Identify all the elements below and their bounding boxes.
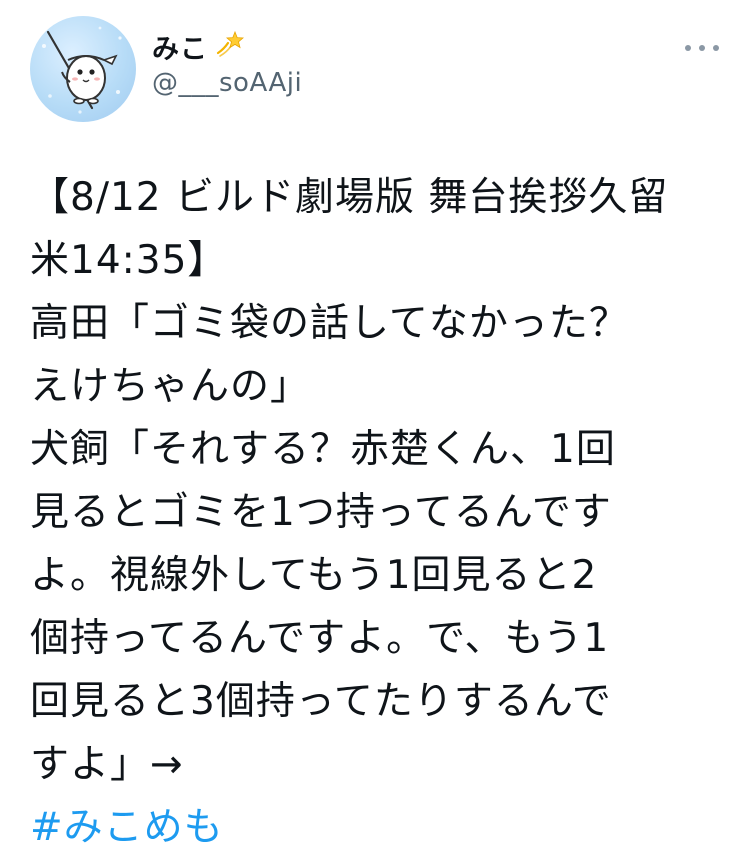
tweet-text-line: すよ」→ <box>30 742 184 787</box>
author-handle[interactable]: @___soAAji <box>152 68 302 98</box>
tweet-text-line: えけちゃんの」 <box>30 364 311 409</box>
hashtag-link[interactable]: #みこめも <box>30 796 730 859</box>
more-options-button[interactable] <box>680 36 724 60</box>
character-avatar-icon <box>42 26 122 114</box>
display-name[interactable]: みこ <box>152 27 208 66</box>
more-dots-icon <box>685 45 719 51</box>
tweet-text-line: 見るとゴミを1つ持ってるんです <box>30 490 612 535</box>
avatar[interactable] <box>30 16 136 122</box>
tweet-text-line: 個持ってるんですよ。で、もう1 <box>30 616 610 661</box>
tweet-card: みこ @___soAAji 【8/12 ビルド劇場版 舞台挨拶久留 米14:35… <box>0 0 750 863</box>
tweet-text-line: 犬飼「それする？赤楚くん、1回 <box>30 427 616 472</box>
tweet-body: 【8/12 ビルド劇場版 舞台挨拶久留 米14:35】 高田「ゴミ袋の話してなか… <box>30 166 730 859</box>
tweet-text-line: 高田「ゴミ袋の話してなかった？ <box>30 301 629 346</box>
tweet-text-line: 米14:35】 <box>30 238 228 283</box>
tweet-text-line: よ。視線外してもう1回見ると2 <box>30 553 598 598</box>
tweet-text-line: 回見ると3個持ってたりするんで <box>30 679 612 724</box>
tweet-text-line: 【8/12 ビルド劇場版 舞台挨拶久留 <box>30 175 669 220</box>
dizzy-star-icon <box>214 29 245 63</box>
author-name-row[interactable]: みこ <box>152 27 245 66</box>
